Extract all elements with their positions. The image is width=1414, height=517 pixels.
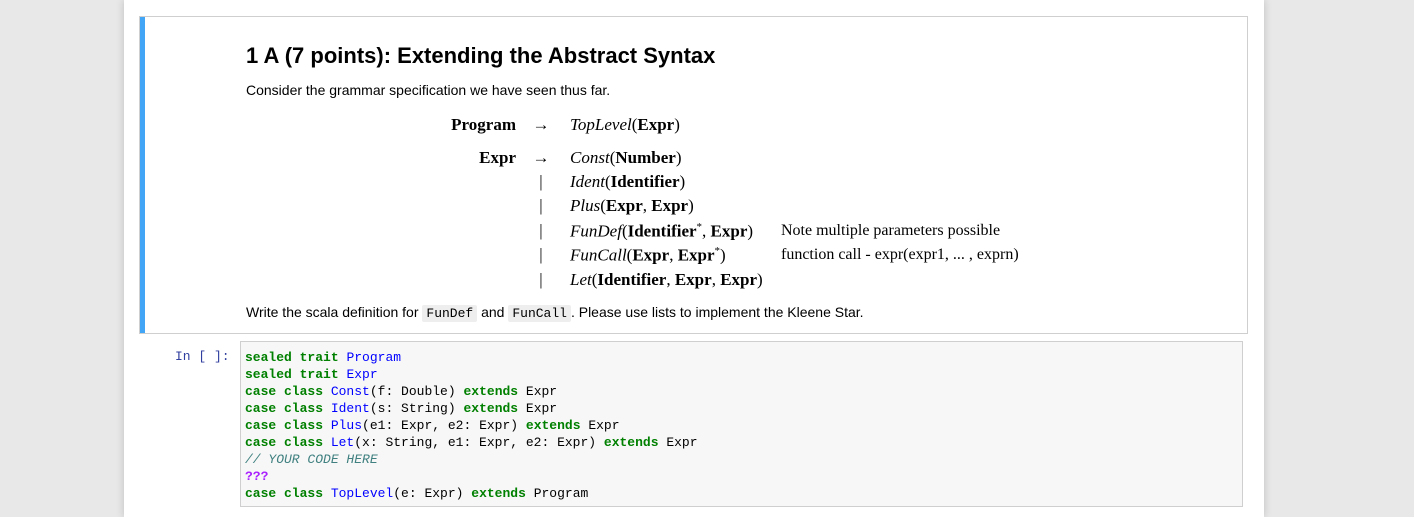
input-prompt: In [ ]: bbox=[175, 349, 230, 364]
arrow-symbol: → bbox=[532, 148, 550, 167]
arrow-symbol: → bbox=[532, 115, 550, 134]
inline-code-funcall: FunCall bbox=[508, 305, 571, 322]
notebook-page: 1 A (7 points): Extending the Abstract S… bbox=[124, 0, 1264, 517]
code-cell-editor[interactable]: sealed trait Program sealed trait Expr c… bbox=[240, 341, 1243, 507]
production-fundef: FunDef(Identifier*, Expr) bbox=[570, 221, 754, 241]
production-plus: Plus(Expr, Expr) bbox=[570, 196, 694, 215]
production-const: Const(Number) bbox=[570, 148, 682, 167]
inline-code-fundef: FunDef bbox=[422, 305, 478, 322]
nonterminal-expr: Expr bbox=[479, 148, 516, 167]
alternative-bar: | bbox=[539, 270, 543, 289]
alternative-bar: | bbox=[539, 196, 543, 215]
markdown-cell[interactable]: 1 A (7 points): Extending the Abstract S… bbox=[139, 16, 1248, 334]
instructions-text: Write the scala definition for FunDef an… bbox=[246, 304, 864, 322]
note-funcall: function call - expr(expr1, ... , exprn) bbox=[781, 246, 1019, 263]
production-ident: Ident(Identifier) bbox=[570, 172, 686, 191]
production-let: Let(Identifier, Expr, Expr) bbox=[570, 270, 763, 289]
alternative-bar: | bbox=[539, 172, 543, 191]
alternative-bar: | bbox=[539, 245, 543, 264]
nonterminal-program: Program bbox=[451, 115, 516, 134]
note-fundef: Note multiple parameters possible bbox=[781, 222, 1001, 239]
grammar-specification: Program → TopLevel(Expr) Expr → Const(Nu… bbox=[140, 113, 1247, 298]
intro-text: Consider the grammar specification we ha… bbox=[246, 82, 611, 98]
alternative-bar: | bbox=[539, 221, 543, 240]
production-funcall: FunCall(Expr, Expr*) bbox=[570, 245, 726, 265]
section-heading: 1 A (7 points): Extending the Abstract S… bbox=[246, 43, 716, 68]
code-content[interactable]: sealed trait Program sealed trait Expr c… bbox=[245, 349, 698, 502]
production-toplevel: TopLevel(Expr) bbox=[570, 115, 680, 134]
